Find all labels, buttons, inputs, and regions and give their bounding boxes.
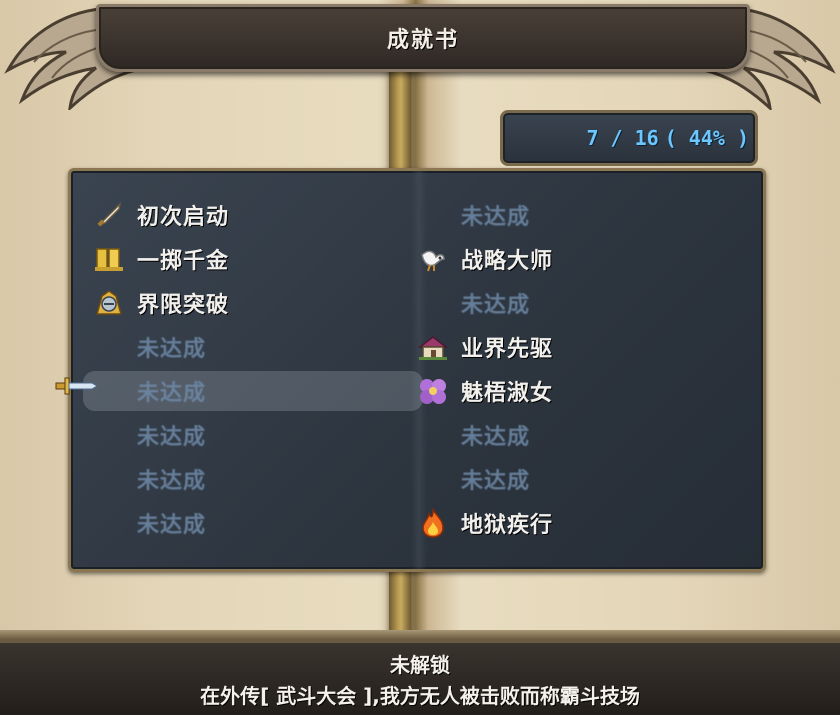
achievement-label: 业界先驱 — [461, 337, 554, 362]
achievement-item[interactable]: 未达成 — [417, 193, 737, 237]
achievement-item[interactable]: 魅梧淑女 — [417, 369, 737, 413]
achievement-status: 未解锁 — [390, 653, 450, 677]
achievement-label: 一掷千金 — [137, 249, 230, 274]
sword-cursor-icon — [55, 377, 98, 395]
achievement-label: 未达成 — [137, 469, 207, 494]
white-bird-icon — [417, 243, 449, 275]
empty-icon-slot — [93, 419, 125, 451]
achievement-label: 未达成 — [137, 337, 207, 362]
sword-icon — [93, 199, 125, 231]
achievement-item[interactable]: 未达成 — [83, 369, 423, 413]
achievement-item[interactable]: 未达成 — [417, 457, 737, 501]
purple-flower-icon — [417, 375, 449, 407]
house-icon — [417, 331, 449, 363]
empty-icon-slot — [417, 463, 449, 495]
achievement-label: 魅梧淑女 — [461, 381, 554, 406]
achievement-label: 战略大师 — [461, 249, 554, 274]
achievement-label: 地狱疾行 — [461, 513, 554, 538]
achievement-item[interactable]: 界限突破 — [93, 281, 413, 325]
empty-icon-slot — [93, 331, 125, 363]
achievement-label: 初次启动 — [137, 205, 230, 230]
achievement-item[interactable]: 未达成 — [93, 413, 413, 457]
achievement-label: 未达成 — [461, 425, 531, 450]
knight-helmet-icon — [93, 287, 125, 319]
achievement-label: 未达成 — [461, 469, 531, 494]
achievement-item[interactable]: 业界先驱 — [417, 325, 737, 369]
gold-bars-icon — [93, 243, 125, 275]
achievement-item[interactable]: 未达成 — [93, 457, 413, 501]
achievement-item[interactable]: 地狱疾行 — [417, 501, 737, 545]
achievement-item[interactable]: 一掷千金 — [93, 237, 413, 281]
progress-counter: 7 / 16 ( 44% ) — [500, 110, 758, 166]
achievement-label: 未达成 — [461, 293, 531, 318]
achievement-count: 7 / 16 — [586, 126, 659, 150]
achievement-percent: ( 44% ) — [664, 126, 749, 150]
achievement-list-panel: 初次启动 一掷千金 界限突破 未达成 未达成 未达成 未达成 未达成 未达成 战略大师 未达成 业界… — [68, 168, 766, 572]
achievement-item[interactable]: 未达成 — [417, 413, 737, 457]
empty-icon-slot — [93, 507, 125, 539]
achievement-label: 未达成 — [137, 513, 207, 538]
empty-icon-slot — [93, 463, 125, 495]
achievement-item[interactable]: 未达成 — [93, 501, 413, 545]
achievement-label: 界限突破 — [137, 293, 230, 318]
achievement-label: 未达成 — [137, 381, 207, 406]
title-banner: 成就书 — [96, 4, 750, 72]
achievement-item[interactable]: 战略大师 — [417, 237, 737, 281]
achievement-item[interactable]: 未达成 — [93, 325, 413, 369]
achievement-column-right: 未达成 战略大师 未达成 业界先驱 魅梧淑女 未达成 未达成 地狱疾行 — [417, 193, 737, 545]
page-title: 成就书 — [386, 28, 459, 53]
fire-icon — [417, 507, 449, 539]
achievement-column-left: 初次启动 一掷千金 界限突破 未达成 未达成 未达成 未达成 未达成 — [83, 193, 423, 545]
achievement-item[interactable]: 未达成 — [417, 281, 737, 325]
empty-icon-slot — [417, 287, 449, 319]
achievement-item[interactable]: 初次启动 — [93, 193, 413, 237]
achievement-label: 未达成 — [137, 425, 207, 450]
empty-icon-slot — [417, 419, 449, 451]
achievement-label: 未达成 — [461, 205, 531, 230]
achievement-info-bar: 未解锁 在外传[ 武斗大会 ],我方无人被击败而称霸斗技场 — [0, 640, 840, 715]
achievement-description: 在外传[ 武斗大会 ],我方无人被击败而称霸斗技场 — [200, 684, 640, 708]
empty-icon-slot — [417, 199, 449, 231]
